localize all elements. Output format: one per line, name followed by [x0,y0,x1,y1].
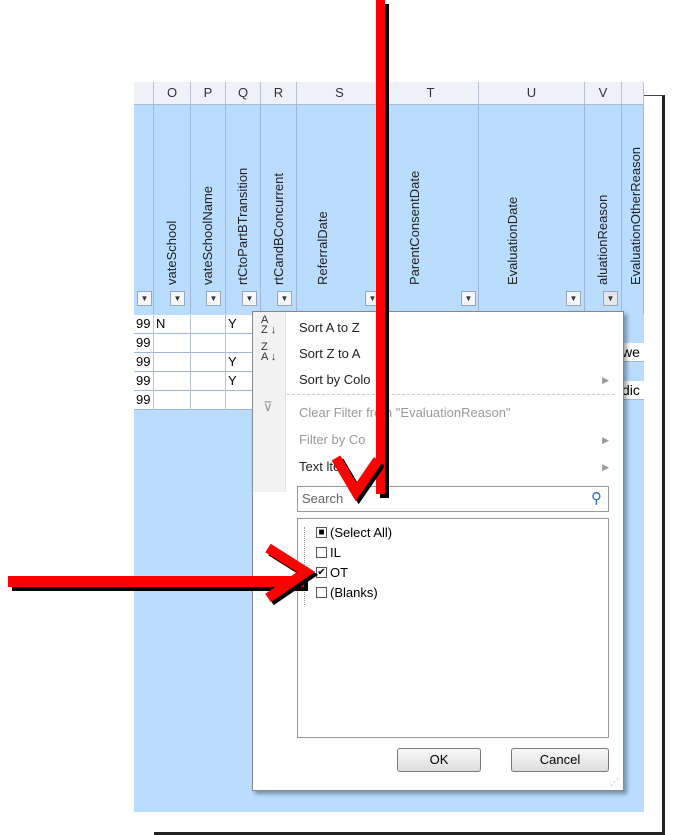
table-cell[interactable] [191,391,226,410]
header-cell-p[interactable]: vateSchoolName [191,104,226,314]
menu-sort-z-to-a[interactable]: Sort Z to A [299,346,360,361]
table-cell[interactable] [226,391,254,410]
header-cell-o[interactable]: vateSchool [154,104,191,314]
filter-dropdown-button[interactable]: ▼ [566,291,581,306]
header-cell-w[interactable]: EvaluationOtherReason [622,104,644,314]
header-cell-r[interactable]: rtCandBConcurrent [261,104,297,314]
table-cell[interactable] [191,315,226,334]
header-cell-v[interactable]: aluationReason [585,104,622,314]
annotation-arrow-vertical [376,0,385,494]
header-cell-partial[interactable] [134,104,154,314]
col-letter-o[interactable]: O [154,82,191,104]
table-cell[interactable] [154,372,191,391]
col-letter-t[interactable]: T [383,82,479,104]
header-cell-q[interactable]: rtCtoPartBTransition [226,104,261,314]
menu-sort-a-to-z[interactable]: Sort A to Z [299,320,360,335]
column-letter-row: O P Q R S T U V [134,82,644,105]
submenu-arrow-icon: ▶ [602,435,609,445]
header-text: aluationReason [595,194,610,285]
table-cell[interactable] [191,334,226,353]
filter-dropdown-button-active[interactable]: ▼ [603,291,618,306]
header-text: rtCandBConcurrent [270,173,286,285]
checkbox[interactable]: ■ [316,527,327,538]
sort-az-icon: AZ ↓ [261,314,277,336]
header-text: vateSchoolName [200,186,215,285]
menu-sort-by-color[interactable]: Sort by Colo [299,372,371,387]
table-cell[interactable] [191,353,226,372]
filter-dropdown-button[interactable]: ▼ [206,291,221,306]
filter-dropdown-button[interactable]: ▼ [242,291,257,306]
table-cell[interactable] [226,334,254,353]
table-cell[interactable]: 99 [134,315,154,334]
annotation-arrowhead-right-icon [265,543,318,606]
table-cell[interactable]: 99 [134,372,154,391]
table-cell[interactable] [154,353,191,372]
filter-dropdown-button[interactable]: ▼ [277,291,292,306]
menu-clear-filter[interactable]: Clear Filter from "EvaluationReason" [299,405,511,420]
col-letter-w[interactable] [622,82,644,104]
filter-dropdown-button[interactable]: ▼ [137,291,152,306]
table-row: 99 [134,391,254,410]
table-row: 99 Y [134,353,254,372]
header-cell-u[interactable]: EvaluationDate [479,104,585,314]
table-cell[interactable]: Y [226,315,254,334]
header-cell-t[interactable]: ParentConsentDate [383,104,479,314]
search-icon: ⚲ [591,490,602,507]
header-text: rtCtoPartBTransition [235,167,250,285]
clear-filter-icon: ⊽ [263,399,273,414]
header-text: vateSchool [164,220,179,285]
col-letter-s[interactable]: S [297,82,383,104]
cancel-button[interactable]: Cancel [511,748,609,772]
filter-dropdown-button[interactable]: ▼ [461,291,476,306]
list-item-label: (Blanks) [330,585,378,600]
table-cell[interactable]: Y [226,372,254,391]
header-text: EvaluationDate [505,196,520,285]
annotation-arrowhead-down-icon [331,455,384,505]
table-row: 99 [134,334,254,353]
header-text: ReferralDate [315,211,330,285]
resize-grip-icon[interactable]: ⋰ [610,777,619,788]
annotation-arrow-horizontal [8,576,304,587]
header-text: EvaluationOtherReason [628,146,643,285]
table-cell[interactable] [191,372,226,391]
col-letter-v[interactable]: V [585,82,622,104]
col-letter-u[interactable]: U [479,82,585,104]
list-item-label: IL [330,545,341,560]
header-text: ParentConsentDate [407,170,422,285]
list-item-label: (Select All) [330,525,393,540]
table-row: 99 N Y [134,315,254,334]
col-letter-partial[interactable] [134,82,154,104]
col-letter-r[interactable]: R [261,82,297,104]
table-cell[interactable] [154,334,191,353]
submenu-arrow-icon: ▶ [602,375,609,385]
list-item-label: OT [330,565,349,580]
table-cell[interactable]: Y [226,353,254,372]
filter-values-list: ■ (Select All) IL ✔ OT (Blanks) [297,518,609,738]
table-cell[interactable]: 99 [134,334,154,353]
menu-separator [287,394,615,395]
table-row: 99 Y [134,372,254,391]
table-cell[interactable]: 99 [134,391,154,410]
col-letter-p[interactable]: P [191,82,226,104]
header-cell-s[interactable]: ReferralDate [297,104,383,314]
ok-button[interactable]: OK [397,748,481,772]
table-cell[interactable]: N [154,315,191,334]
submenu-arrow-icon: ▶ [602,462,609,472]
table-cell[interactable]: 99 [134,353,154,372]
col-letter-q[interactable]: Q [226,82,261,104]
filter-dropdown-button[interactable]: ▼ [170,291,185,306]
menu-filter-by-color[interactable]: Filter by Co [299,432,365,447]
sort-za-icon: ZA ↓ [261,341,277,363]
table-cell[interactable] [154,391,191,410]
